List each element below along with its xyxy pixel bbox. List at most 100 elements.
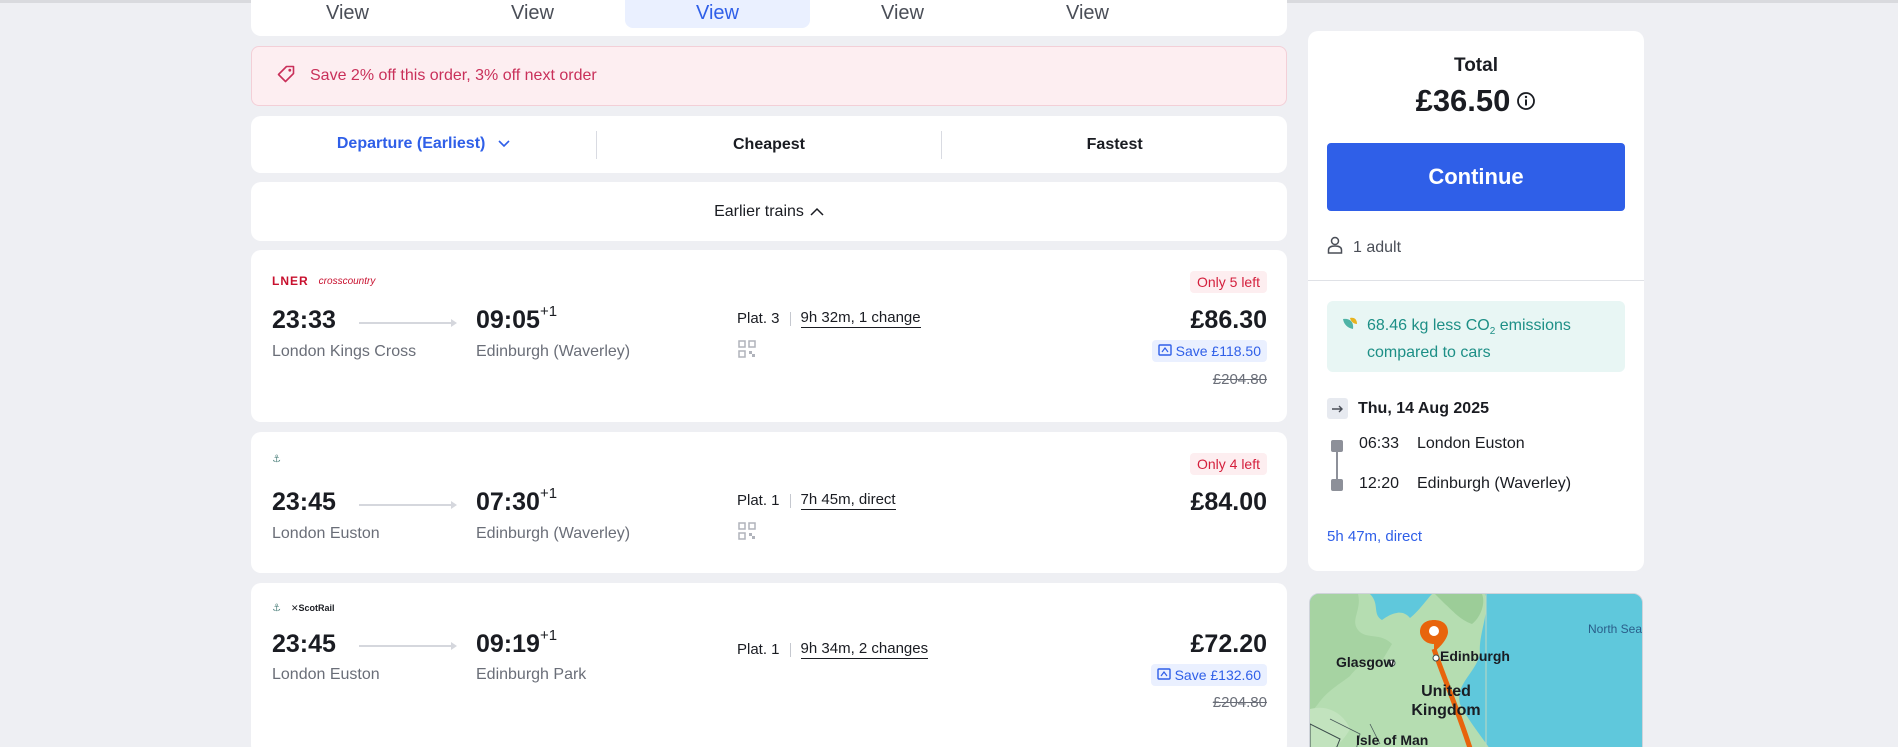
map-label-isle-of-man: Isle of Man [1356,732,1428,747]
route-arrow [359,319,457,327]
total-amount: £36.50 [1308,83,1644,119]
save-amount: Save £132.60 [1174,667,1261,683]
operator-logos: ⚓ [272,454,281,465]
railcard-save-badge: Save £118.50 [1151,340,1267,362]
price: £84.00 [1190,488,1267,516]
emissions-compare: compared to cars [1367,344,1491,362]
stop-station: London Euston [1417,435,1525,452]
emissions-amount: 68.46 kg less CO [1367,317,1490,334]
journey-date: Thu, 14 Aug 2025 [1327,398,1489,419]
operator-logos: LNER crosscountry [272,274,375,288]
earlier-trains-button[interactable]: Earlier trains [251,182,1287,241]
platform-info: Plat. 3 9h 32m, 1 change [737,309,921,328]
date-tab[interactable]: View [255,0,440,28]
stop-station: Edinburgh (Waverley) [1417,475,1572,492]
platform-info: Plat. 1 9h 34m, 2 changes [737,640,929,659]
map-label-north-sea: North Sea [1588,622,1642,636]
info-icon[interactable] [1516,83,1536,119]
date-tab[interactable]: View [810,0,995,28]
outbound-arrow-icon [1327,398,1348,419]
arrival-station: Edinburgh (Waverley) [476,525,631,542]
day-offset: +1 [539,627,558,644]
stop-time: 12:20 [1359,475,1400,492]
arrival-time: 09:05+1 [476,303,558,334]
chevron-down-icon [498,135,510,153]
availability-badge: Only 5 left [1189,271,1267,293]
duration-link[interactable]: 9h 34m, 2 changes [800,640,929,659]
map-label-uk: United [1421,683,1471,700]
passenger-count[interactable]: 1 adult [1327,236,1401,259]
platform: Plat. 3 [737,310,780,327]
save-amount: Save £118.50 [1175,343,1261,359]
date-label: Thu, 14 Aug 2025 [1358,399,1489,417]
operator-logos: ⚓ ✕ScotRail [272,603,335,614]
tag-icon [276,64,296,89]
earlier-trains-label: Earlier trains [714,202,804,220]
sort-departure[interactable]: Departure (Earliest) [251,135,596,153]
original-price: £204.80 [1212,694,1267,711]
chevron-up-icon [810,203,824,221]
route-arrow [359,501,457,509]
sort-bar: Departure (Earliest) Cheapest Fastest [251,116,1287,173]
day-offset: +1 [539,303,558,320]
passenger-label: 1 adult [1353,238,1402,256]
price: £72.20 [1190,630,1267,658]
date-tab-selected[interactable]: View [625,0,810,28]
railcard-icon [1156,667,1171,683]
stop-time: 06:33 [1359,435,1400,452]
availability-badge: Only 4 left [1189,453,1267,475]
leaf-icon [1341,315,1359,372]
promo-banner: Save 2% off this order, 3% off next orde… [251,46,1287,106]
stop-marker [1331,479,1343,491]
railcard-save-badge: Save £132.60 [1150,664,1267,686]
mobile-ticket-icon [738,340,756,358]
date-tab[interactable]: View [995,0,1180,28]
map-graphic: Glasgow Edinburgh United Kingdom Isle of… [1310,594,1642,747]
stop-arrival: 12:20 Edinburgh (Waverley) [1359,475,1571,493]
total-label: Total [1454,55,1498,76]
total-price: £36.50 [1415,83,1511,118]
platform-info: Plat. 1 7h 45m, direct [737,491,896,510]
platform: Plat. 1 [737,492,780,509]
departure-time: 23:45 [272,488,336,516]
duration-link[interactable]: 9h 32m, 1 change [800,309,921,328]
duration-link[interactable]: 7h 45m, direct [800,491,896,510]
departure-time: 23:33 [272,306,336,334]
lner-logo: LNER [272,274,309,288]
sort-cheapest[interactable]: Cheapest [597,136,942,154]
route-arrow [359,642,457,650]
date-tabs: View View View View View [251,0,1287,36]
departure-station: London Euston [272,525,380,542]
platform: Plat. 1 [737,641,780,658]
mobile-ticket-icon [738,522,756,540]
map-label-uk-2: Kingdom [1411,702,1480,719]
person-icon [1327,236,1343,259]
promo-text: Save 2% off this order, 3% off next orde… [310,67,597,84]
map-label-edinburgh: Edinburgh [1440,648,1510,664]
journey-duration-link[interactable]: 5h 47m, direct [1327,528,1422,545]
journey-card[interactable]: ⚓ ✕ScotRail 23:45 09:19+1 London Euston … [251,583,1287,747]
date-tab[interactable]: View [440,0,625,28]
departure-station: London Kings Cross [272,343,417,360]
arrival-station: Edinburgh (Waverley) [476,343,631,360]
route-map[interactable]: Glasgow Edinburgh United Kingdom Isle of… [1309,593,1643,747]
map-label-glasgow: Glasgow [1336,654,1394,670]
basket-summary: Total £36.50 Continue 1 adult 68.46 kg l… [1308,31,1644,571]
departure-time: 23:45 [272,630,336,658]
price: £86.30 [1190,306,1267,334]
arrival-time: 07:30+1 [476,485,558,516]
emissions-suffix: emissions [1495,317,1571,334]
continue-button[interactable]: Continue [1327,143,1625,211]
emissions-notice: 68.46 kg less CO2 emissions compared to … [1327,301,1625,372]
departure-station: London Euston [272,666,380,683]
journey-card[interactable]: LNER crosscountry 23:33 09:05+1 London K… [251,250,1287,422]
sort-fastest[interactable]: Fastest [942,136,1287,154]
arrival-time: 09:19+1 [476,627,558,658]
arrival-station: Edinburgh Park [476,666,587,683]
divider [1308,280,1644,281]
stop-departure: 06:33 London Euston [1359,435,1525,453]
route-line [1336,446,1338,479]
caledonian-sleeper-logo: ⚓ [272,603,281,614]
journey-card[interactable]: ⚓ 23:45 07:30+1 London Euston Edinburgh … [251,432,1287,573]
caledonian-sleeper-logo: ⚓ [272,454,281,465]
